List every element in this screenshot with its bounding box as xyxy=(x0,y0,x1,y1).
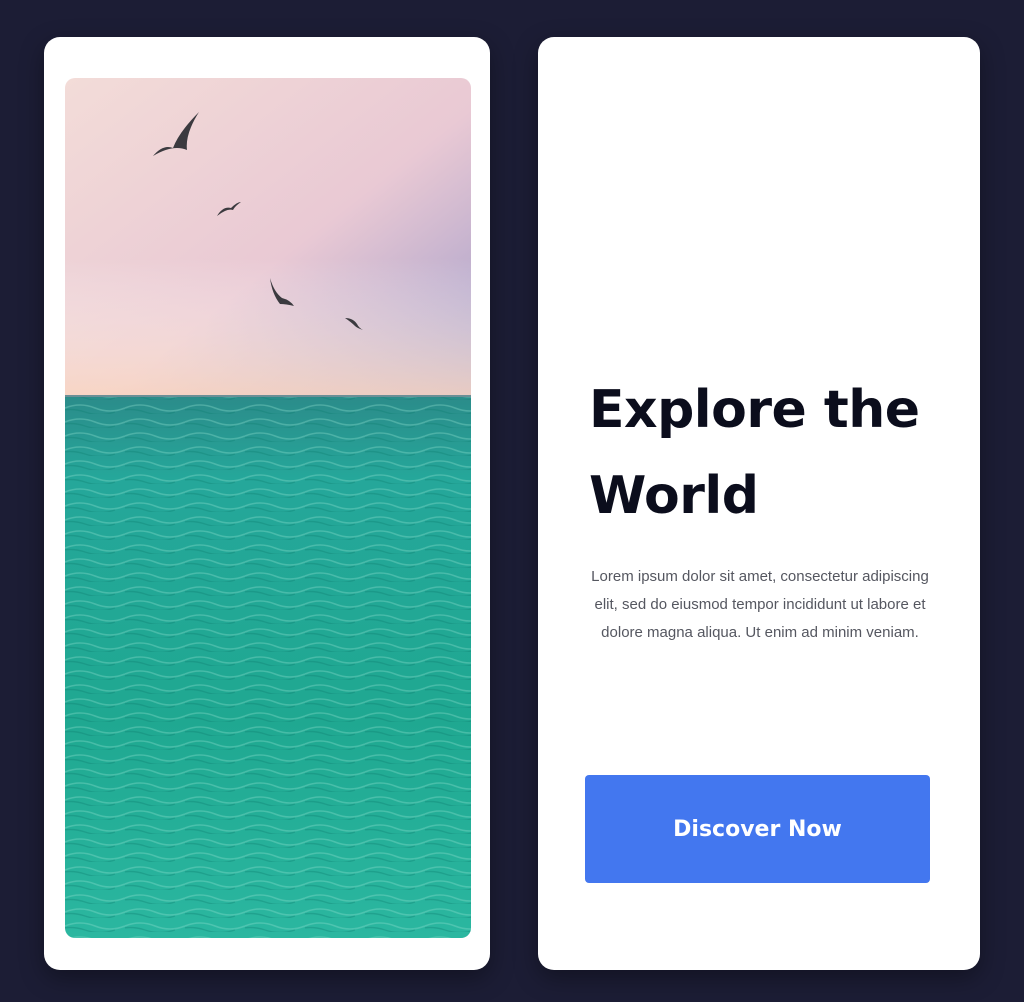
hero-description: Lorem ipsum dolor sit amet, consectetur … xyxy=(591,568,929,641)
content-card: Explore the World Lorem ipsum dolor sit … xyxy=(538,37,980,970)
image-card xyxy=(44,37,490,970)
ocean-photo xyxy=(65,78,471,938)
hero-title: Explore the World xyxy=(589,380,920,526)
discover-now-button[interactable]: Discover Now xyxy=(585,775,930,883)
ocean-seagulls-image xyxy=(65,78,471,938)
